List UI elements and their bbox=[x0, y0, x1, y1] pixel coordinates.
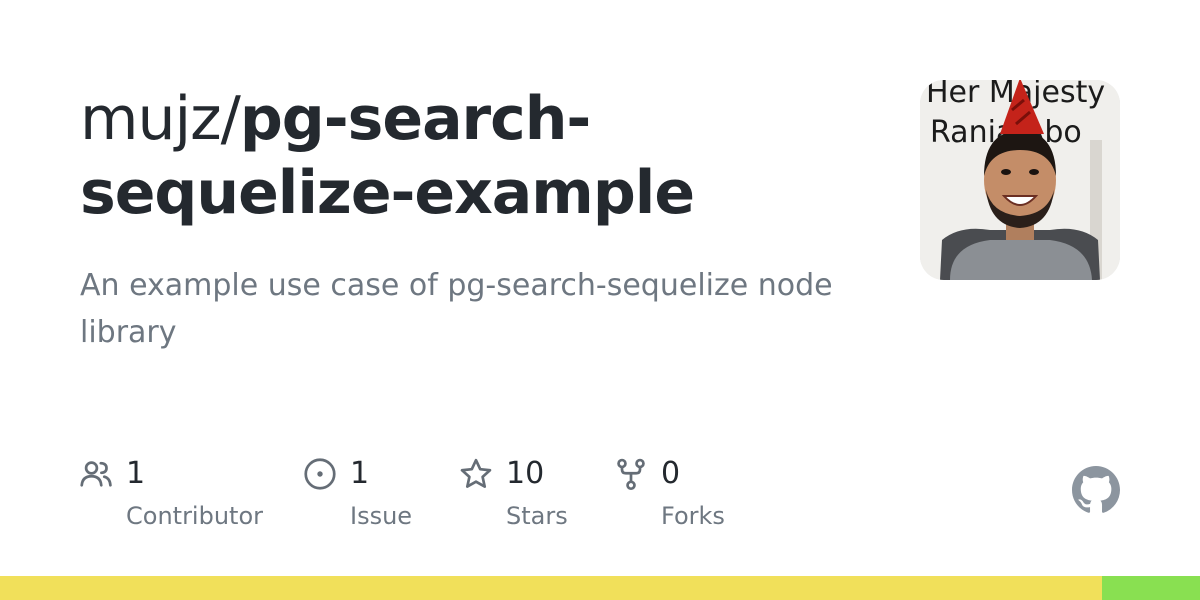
stat-stars[interactable]: 10 Stars bbox=[458, 452, 608, 542]
stat-stars-count: 10 bbox=[506, 456, 545, 491]
repo-description: An example use case of pg-search-sequeli… bbox=[80, 268, 833, 350]
repo-owner[interactable]: mujz/ bbox=[80, 84, 241, 154]
stat-stars-label: Stars bbox=[506, 502, 568, 530]
people-icon bbox=[80, 461, 112, 487]
language-bar-segment bbox=[0, 576, 1102, 600]
stat-forks[interactable]: 0 Forks bbox=[613, 452, 773, 542]
avatar-image: Her Majesty Rania Abo bbox=[920, 80, 1120, 280]
avatar[interactable]: Her Majesty Rania Abo bbox=[920, 80, 1120, 280]
repo-social-card: mujz/pg-search-sequelize-example An exam… bbox=[0, 0, 1200, 600]
stat-issues[interactable]: 1 Issue bbox=[302, 452, 452, 542]
repo-title[interactable]: mujz/pg-search-sequelize-example bbox=[80, 82, 880, 230]
stat-contributors[interactable]: 1 Contributor bbox=[78, 452, 278, 542]
language-bar-segment bbox=[1101, 576, 1200, 600]
github-logo-icon[interactable] bbox=[1072, 466, 1120, 514]
stat-contributors-label: Contributor bbox=[126, 502, 264, 530]
fork-icon bbox=[617, 458, 645, 491]
stat-forks-label: Forks bbox=[661, 502, 725, 530]
stat-contributors-count: 1 bbox=[126, 456, 146, 491]
issue-icon bbox=[304, 458, 336, 490]
stat-issues-count: 1 bbox=[350, 456, 370, 491]
stat-issues-label: Issue bbox=[350, 502, 413, 530]
stat-forks-count: 0 bbox=[661, 456, 681, 491]
language-bar bbox=[0, 576, 1200, 600]
star-icon bbox=[460, 458, 492, 488]
